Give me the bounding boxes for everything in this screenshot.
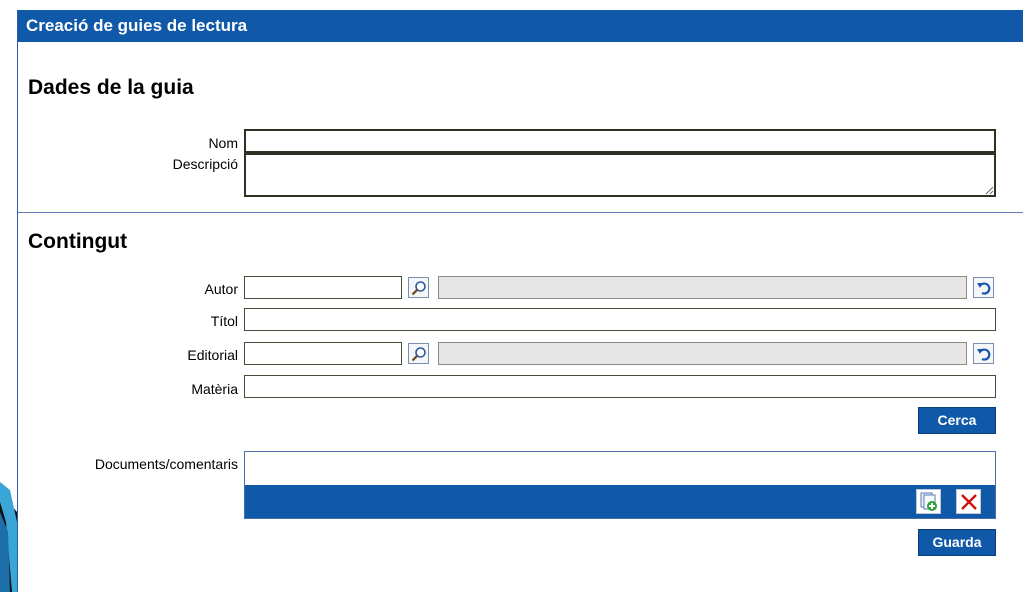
author-name-display [438,276,967,299]
author-code-input[interactable] [244,276,402,299]
guide-data-heading: Dades de la guia [28,76,194,99]
publisher-label: Editorial [187,347,238,363]
title-label: Títol [210,313,238,329]
add-document-button[interactable] [916,489,941,514]
subject-label: Matèria [191,381,238,397]
publisher-name-display [438,342,967,365]
description-wrapper [244,153,996,197]
magnifier-icon [411,280,426,295]
description-label: Descripció [172,156,238,172]
subject-input[interactable] [244,375,996,398]
content-heading: Contingut [28,230,128,253]
undo-arrow-icon [976,347,990,361]
author-reset-button[interactable] [973,277,994,298]
publisher-lookup-button[interactable] [408,343,429,364]
documents-toolbar [245,485,995,518]
add-document-icon [920,492,937,511]
resize-grip-icon[interactable] [985,186,994,195]
delete-button[interactable] [956,489,981,514]
delete-x-icon [960,493,977,510]
name-label: Nom [208,135,238,151]
window-title: Creació de guies de lectura [18,10,1023,42]
magnifier-icon [411,346,426,361]
description-input[interactable] [244,153,996,197]
search-button[interactable]: Cerca [918,407,996,434]
documents-list[interactable] [244,451,996,519]
section-divider [18,212,1023,213]
publisher-code-input[interactable] [244,342,402,365]
author-lookup-button[interactable] [408,277,429,298]
undo-arrow-icon [976,281,990,295]
title-input[interactable] [244,308,996,331]
background-decoration [0,482,17,592]
publisher-reset-button[interactable] [973,343,994,364]
name-input[interactable] [244,129,996,153]
main-panel: Creació de guies de lectura Dades de la … [17,10,1023,592]
documents-label: Documents/comentaris [94,456,238,472]
author-label: Autor [204,281,238,297]
save-button[interactable]: Guarda [918,529,996,556]
